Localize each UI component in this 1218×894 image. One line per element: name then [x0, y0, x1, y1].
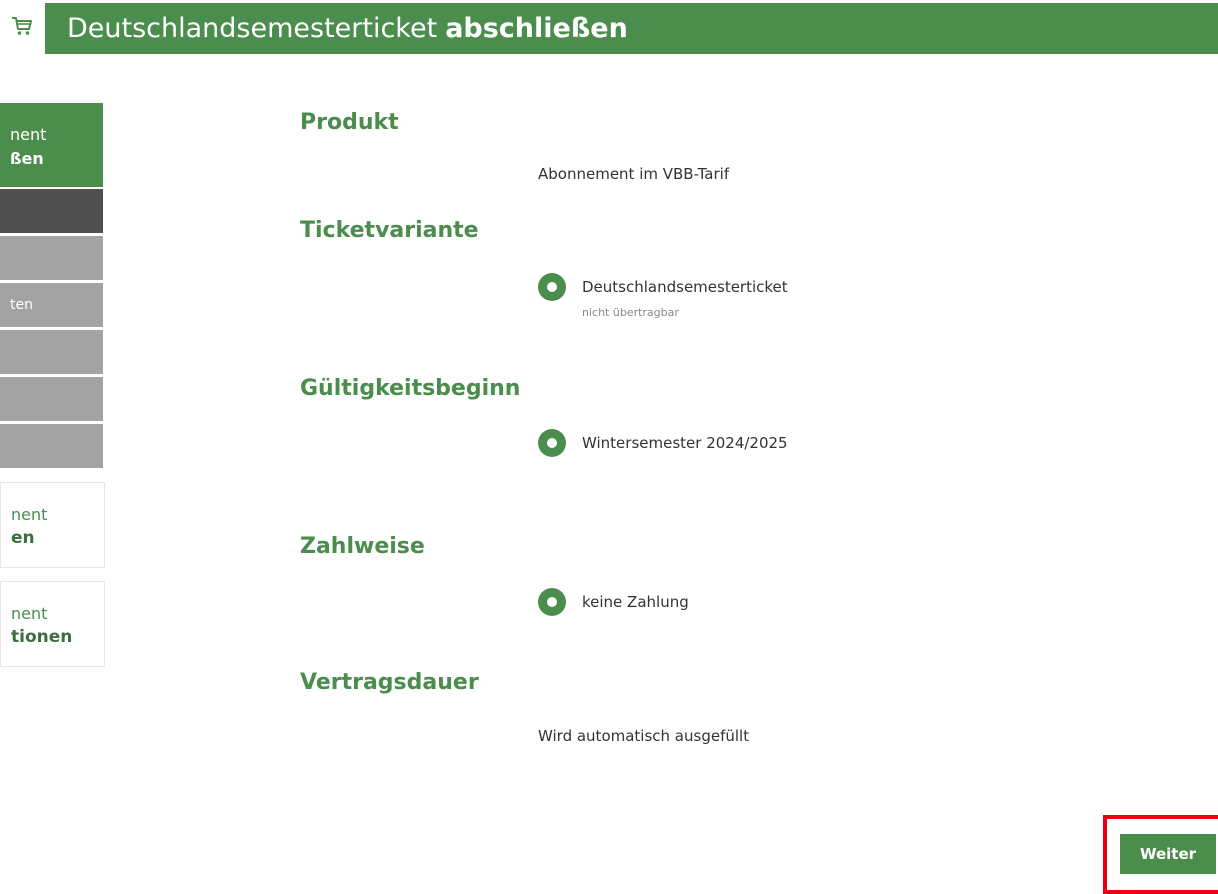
sidebar-step[interactable]: ten: [0, 283, 103, 327]
section-title-zahlweise: Zahlweise: [300, 534, 425, 559]
radio-ticketvariante[interactable]: [538, 273, 566, 301]
cart-icon[interactable]: [8, 12, 36, 40]
section-title-ticketvariante: Ticketvariante: [300, 218, 479, 243]
radio-label-gueltigkeit[interactable]: Wintersemester 2024/2025: [582, 434, 788, 452]
sidebar-item-label: nent: [10, 125, 47, 144]
sidebar-item-label: nent: [11, 505, 48, 524]
sidebar-step[interactable]: [0, 377, 103, 421]
sidebar-item-label: nent: [11, 604, 48, 623]
radio-gueltigkeit[interactable]: [538, 429, 566, 457]
page-title: Deutschlandsemesterticket: [67, 13, 438, 44]
section-title-produkt: Produkt: [300, 110, 399, 135]
sidebar-step-current[interactable]: [0, 189, 103, 233]
vertragsdauer-value: Wird automatisch ausgefüllt: [538, 727, 750, 745]
produkt-value: Abonnement im VBB-Tarif: [538, 165, 730, 183]
sidebar-item-label-bold: en: [11, 528, 35, 548]
sidebar-item-active[interactable]: nent ßen: [0, 103, 103, 187]
radio-zahlweise[interactable]: [538, 588, 566, 616]
sidebar-item-label-bold: ßen: [10, 149, 44, 168]
next-button[interactable]: Weiter: [1120, 834, 1216, 874]
ticketvariante-note: nicht übertragbar: [582, 306, 679, 319]
section-title-vertragsdauer: Vertragsdauer: [300, 670, 479, 695]
sidebar-item-label-bold: tionen: [11, 627, 73, 647]
page-header: Deutschlandsemesterticket abschließen: [45, 3, 1218, 54]
sidebar-item[interactable]: nent en: [0, 482, 105, 568]
sidebar-step-label: ten: [10, 297, 33, 313]
page-title-bold: abschließen: [445, 13, 628, 44]
radio-label-ticketvariante[interactable]: Deutschlandsemesterticket: [582, 278, 788, 296]
sidebar-item[interactable]: nent tionen: [0, 581, 105, 667]
radio-label-zahlweise[interactable]: keine Zahlung: [582, 593, 689, 611]
sidebar-step[interactable]: [0, 236, 103, 280]
section-title-gueltigkeit: Gültigkeitsbeginn: [300, 376, 521, 401]
sidebar-step[interactable]: [0, 330, 103, 374]
sidebar-step[interactable]: [0, 424, 103, 468]
